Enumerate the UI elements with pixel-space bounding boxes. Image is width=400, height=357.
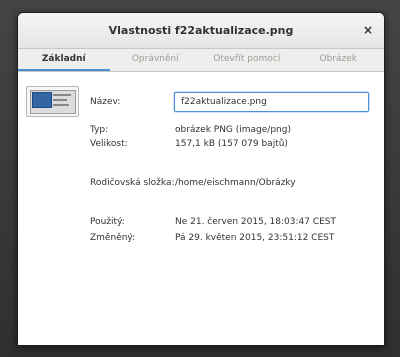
modified-value: Pá 29. květen 2015, 23:51:12 CEST — [175, 233, 335, 243]
size-value: 157,1 kB (157 079 bajtů) — [175, 139, 288, 149]
name-label: Název: — [90, 97, 121, 107]
tab-permissions[interactable]: Oprávnění — [110, 49, 202, 71]
file-thumbnail-icon — [26, 86, 79, 117]
basic-properties-panel: Název: Typ: obrázek PNG (image/png) Veli… — [18, 72, 384, 345]
parent-folder-value: /home/eischmann/Obrázky — [175, 178, 296, 188]
tab-image[interactable]: Obrázek — [293, 49, 385, 71]
titlebar[interactable]: Vlastnosti f22aktualizace.png × — [18, 13, 384, 49]
thumbnail-line — [53, 94, 71, 96]
properties-dialog: Vlastnosti f22aktualizace.png × Základní… — [17, 12, 385, 346]
thumbnail-screen — [30, 90, 76, 114]
thumbnail-window — [32, 92, 52, 108]
tab-basic[interactable]: Základní — [18, 49, 110, 71]
name-field[interactable] — [174, 92, 369, 112]
size-label: Velikost: — [90, 139, 128, 149]
type-value: obrázek PNG (image/png) — [175, 125, 291, 135]
window-title: Vlastnosti f22aktualizace.png — [108, 24, 294, 37]
close-icon[interactable]: × — [361, 23, 375, 37]
type-label: Typ: — [90, 125, 109, 135]
thumbnail-line — [53, 99, 67, 101]
tab-open-with[interactable]: Otevřít pomocí — [201, 49, 293, 71]
thumbnail-line — [53, 104, 69, 106]
accessed-label: Použitý: — [90, 217, 125, 227]
modified-label: Změněný: — [90, 233, 136, 243]
accessed-value: Ne 21. červen 2015, 18:03:47 CEST — [175, 217, 337, 227]
tab-bar: Základní Oprávnění Otevřít pomocí Obráze… — [18, 49, 384, 72]
parent-folder-label: Rodičovská složka: — [90, 178, 175, 188]
